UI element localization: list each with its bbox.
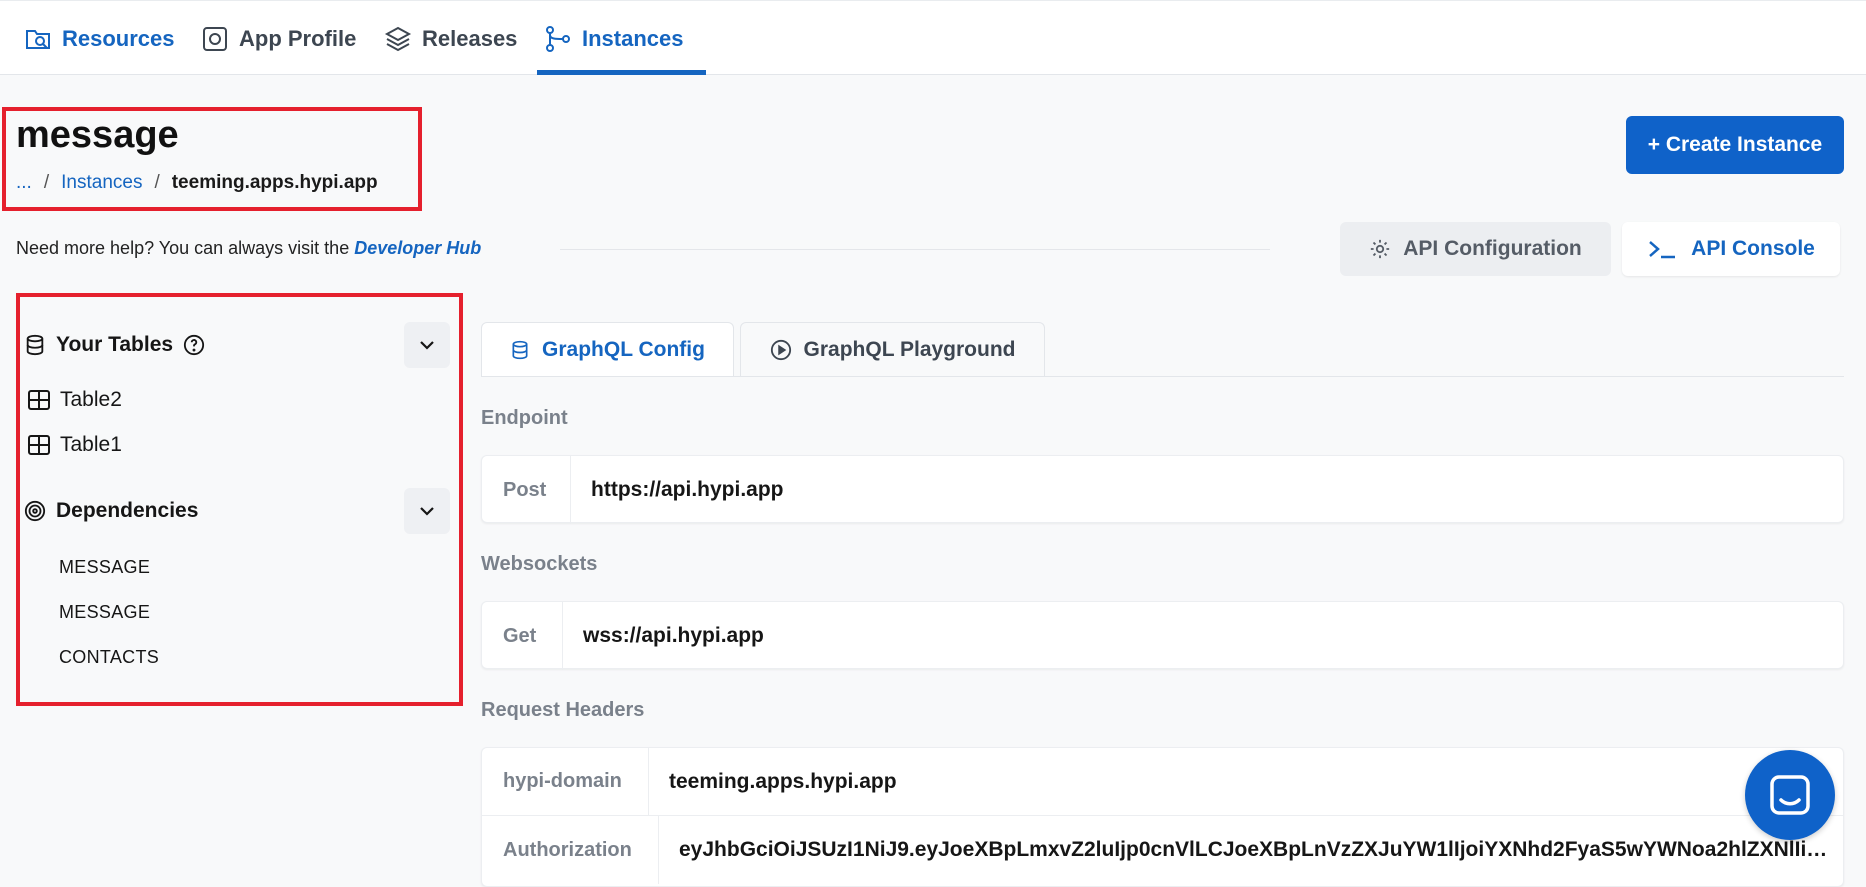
header-value[interactable]: eyJhbGciOiJSUzI1NiJ9.eyJoeXBpLmxvZ2luIjp… bbox=[659, 838, 1839, 862]
websockets-label: Websockets bbox=[481, 553, 598, 575]
developer-hub-link[interactable]: Developer Hub bbox=[354, 238, 481, 258]
help-text: Need more help? You can always visit the… bbox=[16, 238, 481, 259]
tab-app-profile-label: App Profile bbox=[239, 25, 357, 51]
api-configuration-button[interactable]: API Configuration bbox=[1340, 222, 1611, 276]
help-text-label: Need more help? You can always visit the bbox=[16, 238, 355, 258]
chevron-down-icon bbox=[420, 341, 434, 350]
page-title: message bbox=[16, 114, 179, 156]
tables-collapse-button[interactable] bbox=[404, 322, 450, 368]
chevron-down-icon bbox=[420, 507, 434, 516]
api-console-button[interactable]: API Console bbox=[1622, 222, 1840, 276]
header-key: hypi-domain bbox=[482, 748, 649, 815]
dependencies-title: Dependencies bbox=[56, 499, 199, 522]
tab-releases[interactable]: Releases bbox=[384, 1, 517, 76]
database-icon bbox=[512, 340, 528, 360]
breadcrumb: ... / Instances / teeming.apps.hypi.app bbox=[16, 172, 378, 194]
header-value[interactable]: teeming.apps.hypi.app bbox=[649, 770, 897, 794]
table-icon bbox=[28, 390, 50, 410]
endpoint-url[interactable]: https://api.hypi.app bbox=[571, 478, 784, 502]
table-item[interactable]: Table1 bbox=[28, 433, 122, 457]
dependency-item[interactable]: CONTACTS bbox=[59, 647, 159, 668]
breadcrumb-separator: / bbox=[43, 172, 50, 193]
header-key: Authorization bbox=[482, 816, 659, 884]
endpoint-row: Post https://api.hypi.app bbox=[482, 456, 1843, 524]
request-headers-card: hypi-domain teeming.apps.hypi.app Author… bbox=[481, 747, 1844, 887]
tab-instances-label: Instances bbox=[582, 25, 684, 51]
breadcrumb-ellipsis[interactable]: ... bbox=[16, 172, 32, 194]
profile-icon bbox=[203, 26, 227, 51]
layers-icon bbox=[384, 26, 412, 51]
tab-resources[interactable]: Resources bbox=[24, 1, 175, 76]
tab-divider bbox=[481, 376, 1844, 377]
chat-widget-button[interactable] bbox=[1745, 750, 1835, 840]
header-row: hypi-domain teeming.apps.hypi.app bbox=[482, 748, 1843, 816]
breadcrumb-separator: / bbox=[154, 172, 160, 193]
divider bbox=[560, 249, 1270, 250]
target-icon bbox=[24, 500, 46, 522]
breadcrumb-instances[interactable]: Instances bbox=[61, 172, 142, 194]
tab-app-profile[interactable]: App Profile bbox=[201, 1, 356, 76]
websockets-url[interactable]: wss://api.hypi.app bbox=[563, 624, 764, 648]
endpoint-method: Post bbox=[482, 456, 571, 524]
tab-graphql-playground-label: GraphQL Playground bbox=[803, 338, 1016, 361]
your-tables-header: Your Tables bbox=[24, 333, 205, 357]
tab-releases-label: Releases bbox=[422, 25, 518, 51]
dependency-item[interactable]: MESSAGE bbox=[59, 557, 150, 578]
help-circle-icon[interactable] bbox=[183, 334, 205, 356]
table-item-label: Table2 bbox=[60, 388, 122, 411]
database-icon bbox=[26, 334, 44, 356]
endpoint-label: Endpoint bbox=[481, 407, 568, 429]
active-tab-indicator bbox=[537, 70, 706, 75]
top-nav: Resources App Profile Releases Instances bbox=[0, 0, 1866, 75]
terminal-icon bbox=[1649, 241, 1676, 259]
websockets-row: Get wss://api.hypi.app bbox=[482, 602, 1843, 670]
play-circle-icon bbox=[770, 339, 791, 361]
chat-icon bbox=[1770, 775, 1810, 815]
tab-graphql-config-label: GraphQL Config bbox=[542, 338, 705, 361]
websockets-card: Get wss://api.hypi.app bbox=[481, 601, 1844, 670]
breadcrumb-current: teeming.apps.hypi.app bbox=[171, 172, 378, 193]
create-instance-button[interactable]: + Create Instance bbox=[1626, 116, 1844, 174]
tab-instances[interactable]: Instances bbox=[544, 1, 684, 76]
api-console-label: API Console bbox=[1691, 237, 1815, 260]
request-headers-label: Request Headers bbox=[481, 699, 645, 721]
search-folder-icon bbox=[26, 29, 50, 49]
header-row: Authorization eyJhbGciOiJSUzI1NiJ9.eyJoe… bbox=[482, 816, 1843, 884]
your-tables-title: Your Tables bbox=[56, 333, 174, 356]
endpoint-card: Post https://api.hypi.app bbox=[481, 455, 1844, 524]
dependency-item[interactable]: MESSAGE bbox=[59, 602, 150, 623]
tab-resources-label: Resources bbox=[62, 25, 175, 51]
tab-graphql-playground[interactable]: GraphQL Playground bbox=[740, 322, 1045, 377]
websockets-method: Get bbox=[482, 602, 563, 670]
api-configuration-label: API Configuration bbox=[1403, 237, 1582, 260]
table-item-label: Table1 bbox=[60, 433, 122, 456]
table-icon bbox=[28, 435, 50, 455]
table-item[interactable]: Table2 bbox=[28, 388, 122, 412]
gear-icon bbox=[1371, 239, 1390, 259]
dependencies-header: Dependencies bbox=[24, 499, 198, 523]
dependencies-collapse-button[interactable] bbox=[404, 488, 450, 534]
tab-graphql-config[interactable]: GraphQL Config bbox=[481, 322, 734, 377]
branch-icon bbox=[546, 25, 570, 52]
